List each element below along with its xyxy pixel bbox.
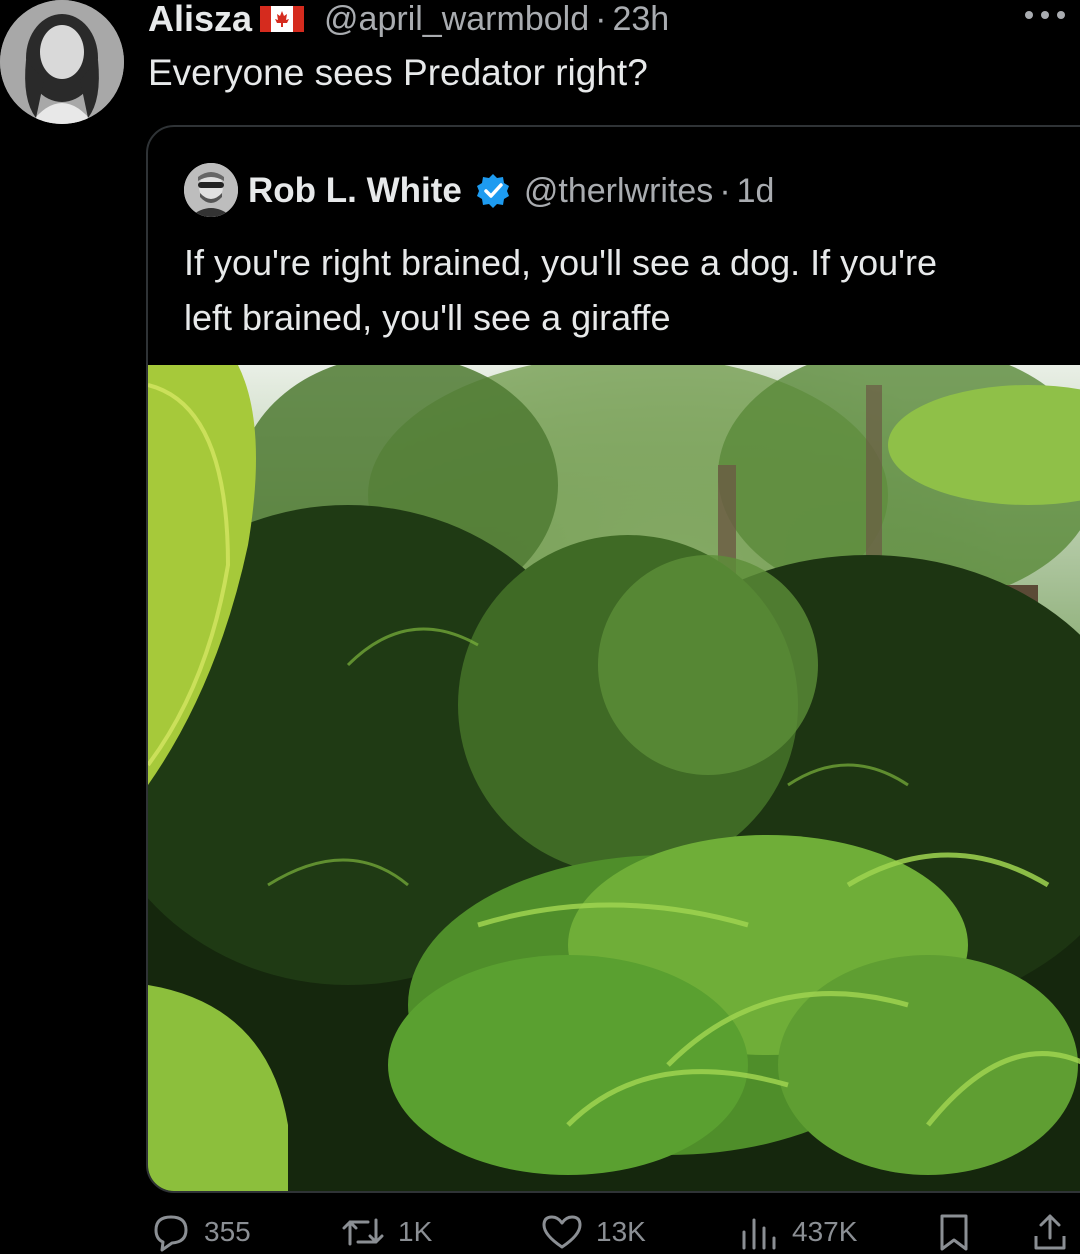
author-display-name[interactable]: Alisza xyxy=(148,0,252,40)
quoted-post-card[interactable]: Rob L. White @therlwrites · 1d If you're… xyxy=(146,125,1080,1193)
quoted-author-display-name[interactable]: Rob L. White xyxy=(248,171,462,211)
post-timestamp[interactable]: 23h xyxy=(612,0,669,39)
views-icon xyxy=(742,1218,776,1250)
quoted-post-text: If you're right brained, you'll see a do… xyxy=(184,242,938,338)
verified-badge-icon xyxy=(476,174,509,208)
share-icon xyxy=(1034,1214,1066,1250)
share-button[interactable] xyxy=(1030,1212,1070,1252)
reply-icon xyxy=(154,1215,188,1252)
bookmark-button[interactable] xyxy=(934,1212,974,1252)
quoted-author-handle[interactable]: @therlwrites xyxy=(524,172,713,211)
separator-dot: · xyxy=(595,0,607,38)
repost-button[interactable]: 1K xyxy=(340,1212,432,1252)
quoted-avatar-portrait xyxy=(184,163,238,217)
quoted-post-header: Rob L. White @therlwrites · 1d xyxy=(248,165,774,217)
post-text: Everyone sees Predator right? xyxy=(148,52,648,93)
quoted-separator-dot: · xyxy=(719,171,731,210)
like-button[interactable]: 13K xyxy=(540,1212,646,1252)
reply-count: 355 xyxy=(204,1216,251,1247)
post-action-bar: 355 1K 13K 437K xyxy=(0,1200,1080,1254)
post-header: Alisza @april_warmbold · 23h xyxy=(148,0,669,44)
more-icon[interactable] xyxy=(1022,8,1068,22)
jungle-photo[interactable] xyxy=(148,365,1080,1191)
avatar-portrait xyxy=(0,0,124,124)
repost-icon xyxy=(342,1218,384,1246)
author-handle[interactable]: @april_warmbold xyxy=(324,0,589,39)
repost-count: 1K xyxy=(398,1216,433,1247)
reply-button[interactable]: 355 xyxy=(150,1212,251,1252)
heart-icon xyxy=(542,1215,582,1249)
views-count: 437K xyxy=(792,1216,858,1247)
bookmark-icon xyxy=(940,1214,968,1251)
quoted-author-avatar xyxy=(184,163,238,217)
author-avatar[interactable] xyxy=(0,0,124,124)
like-count: 13K xyxy=(596,1216,646,1247)
canada-flag-icon xyxy=(260,6,305,32)
quoted-post-timestamp[interactable]: 1d xyxy=(737,172,775,211)
views-button[interactable]: 437K xyxy=(738,1212,857,1252)
